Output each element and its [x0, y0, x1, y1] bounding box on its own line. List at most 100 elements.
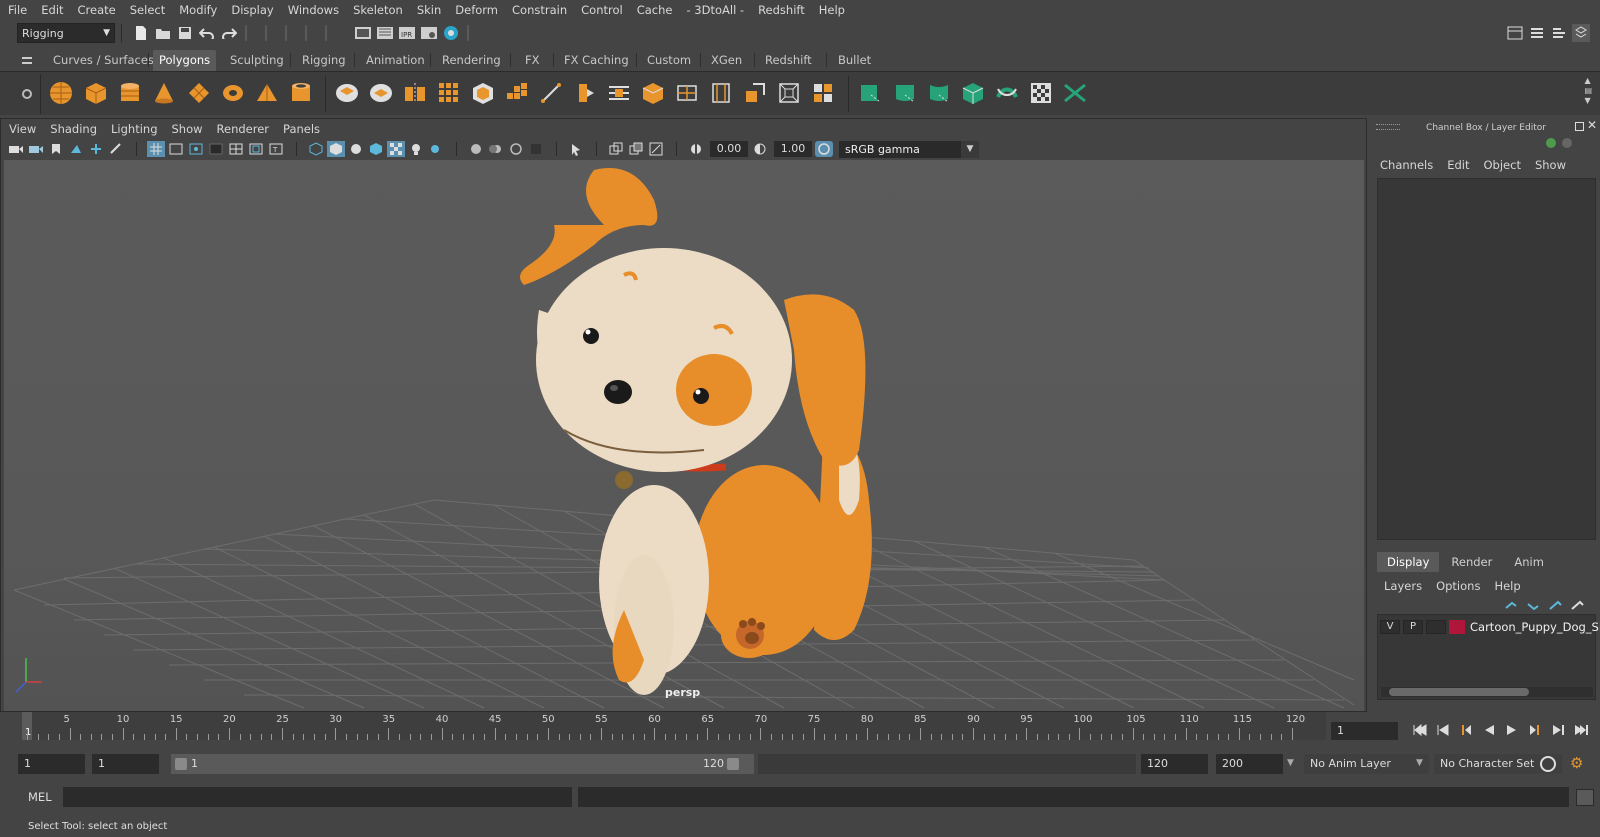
tab-display[interactable]: Display: [1377, 552, 1440, 572]
poly-sphere-icon[interactable]: [48, 80, 74, 106]
range-end-handle[interactable]: [727, 758, 739, 770]
layer-playback-toggle[interactable]: P: [1403, 620, 1423, 634]
shelf-tab-sculpting[interactable]: Sculpting: [224, 50, 290, 71]
film-gate-icon[interactable]: [167, 141, 185, 157]
anim-layer-dropdown[interactable]: No Anim Layer: [1304, 754, 1429, 774]
smooth-icon[interactable]: [436, 80, 462, 106]
shelf-scroll-icon[interactable]: ▲ ▤ ▼: [1584, 76, 1592, 106]
cylindrical-uv-icon[interactable]: [892, 80, 918, 106]
gamma-field[interactable]: 1.00: [774, 141, 812, 157]
viewport-menu-lighting[interactable]: Lighting: [111, 122, 157, 136]
timeline-ruler[interactable]: 1 5 10 15 20 25 30 35 40 45 50 55 60 65 70 75 80 85 90 95 1…: [22, 712, 1326, 740]
menu-redshift[interactable]: Redshift: [758, 3, 805, 17]
poly-plane-icon[interactable]: [186, 80, 212, 106]
uv-editor-icon[interactable]: [810, 80, 836, 106]
collapse-handle[interactable]: [467, 25, 473, 41]
playback-end-field[interactable]: 120: [1141, 754, 1208, 774]
extrude-icon[interactable]: [504, 80, 530, 106]
shelf-menu-icon[interactable]: [22, 57, 32, 64]
scrollbar-thumb[interactable]: [1389, 688, 1529, 696]
range-slider[interactable]: 1 120: [171, 754, 754, 774]
poly-cube-icon[interactable]: [83, 80, 109, 106]
step-forward-key-icon[interactable]: [1523, 721, 1546, 739]
menu-control[interactable]: Control: [581, 3, 623, 17]
collapse-handle[interactable]: [305, 25, 311, 41]
resolution-gate-icon[interactable]: [187, 141, 205, 157]
layer-scrollbar[interactable]: [1381, 687, 1593, 697]
menu-windows[interactable]: Windows: [288, 3, 339, 17]
motion-blur-icon[interactable]: [487, 141, 505, 157]
spherical-uv-icon[interactable]: [926, 80, 952, 106]
tab-render[interactable]: Render: [1441, 552, 1502, 572]
auto-key-icon[interactable]: [1540, 756, 1556, 772]
gamma-icon[interactable]: [751, 141, 769, 157]
automatic-uv-icon[interactable]: [960, 80, 986, 106]
play-forwards-icon[interactable]: [1500, 721, 1523, 739]
step-back-key-icon[interactable]: [1454, 721, 1477, 739]
attribute-editor-icon[interactable]: [1528, 24, 1546, 42]
command-input[interactable]: [63, 787, 572, 807]
xray-joints-icon[interactable]: [647, 141, 665, 157]
workspace-icon[interactable]: [1506, 24, 1524, 42]
depth-of-field-icon[interactable]: [527, 141, 545, 157]
viewport-menu-shading[interactable]: Shading: [50, 122, 97, 136]
use-all-lights-icon[interactable]: [407, 141, 425, 157]
bevel-icon[interactable]: [470, 80, 496, 106]
exposure-field[interactable]: 0.00: [710, 141, 748, 157]
xray-icon[interactable]: [607, 141, 625, 157]
channel-box-options-icon[interactable]: [1546, 138, 1556, 148]
view-transform-dropdown[interactable]: sRGB gamma ▼: [839, 140, 979, 158]
wireframe-on-shaded-icon[interactable]: [367, 141, 385, 157]
edit-menu[interactable]: Edit: [1447, 158, 1469, 172]
script-editor-icon[interactable]: [1576, 789, 1594, 806]
checker-icon[interactable]: [1028, 80, 1054, 106]
menu-select[interactable]: Select: [130, 3, 165, 17]
collapse-handle[interactable]: [325, 25, 331, 41]
bookmark-icon[interactable]: [47, 141, 65, 157]
grid-icon[interactable]: [147, 141, 165, 157]
channels-menu[interactable]: Channels: [1380, 158, 1433, 172]
chevron-down-icon[interactable]: ▼: [1287, 758, 1294, 768]
save-scene-icon[interactable]: [176, 24, 194, 42]
step-forward-frame-icon[interactable]: [1546, 721, 1569, 739]
layer-color-swatch[interactable]: [1449, 620, 1465, 634]
tool-settings-icon[interactable]: [1550, 24, 1568, 42]
menu-cache[interactable]: Cache: [637, 3, 673, 17]
attributes-icon[interactable]: [1562, 138, 1572, 148]
go-to-start-icon[interactable]: [1408, 721, 1431, 739]
menu-constrain[interactable]: Constrain: [512, 3, 567, 17]
menu-deform[interactable]: Deform: [455, 3, 498, 17]
viewport-menu-show[interactable]: Show: [172, 122, 203, 136]
fill-hole-icon[interactable]: [640, 80, 666, 106]
shelf-tab-rigging[interactable]: Rigging: [296, 50, 352, 71]
hypershade-icon[interactable]: [442, 24, 460, 42]
offset-edge-loop-icon[interactable]: [708, 80, 734, 106]
menu-display[interactable]: Display: [231, 3, 273, 17]
shadows-icon[interactable]: [427, 141, 445, 157]
two-d-pan-icon[interactable]: [87, 141, 105, 157]
channel-box-icon[interactable]: [1572, 24, 1590, 42]
options-menu[interactable]: Options: [1436, 579, 1480, 593]
show-menu[interactable]: Show: [1535, 158, 1566, 172]
separate-icon[interactable]: [368, 80, 394, 106]
bridge-icon[interactable]: [606, 80, 632, 106]
tab-anim[interactable]: Anim: [1504, 552, 1554, 572]
playback-start-field[interactable]: 1: [92, 754, 159, 774]
object-menu[interactable]: Object: [1484, 158, 1521, 172]
target-weld-icon[interactable]: [572, 80, 598, 106]
range-start-handle[interactable]: [175, 758, 187, 770]
exposure-icon[interactable]: [687, 141, 705, 157]
animation-preferences-icon[interactable]: ⚙: [1570, 754, 1583, 772]
gear-icon[interactable]: [22, 89, 32, 99]
insert-edge-loop-icon[interactable]: [674, 80, 700, 106]
poly-pyramid-icon[interactable]: [254, 80, 280, 106]
menu-3dtoall[interactable]: - 3DtoAll -: [686, 3, 744, 17]
3d-viewport[interactable]: persp: [4, 160, 1364, 711]
menu-edit[interactable]: Edit: [41, 3, 63, 17]
poly-torus-icon[interactable]: [220, 80, 246, 106]
step-back-frame-icon[interactable]: [1431, 721, 1454, 739]
shelf-tab-polygons[interactable]: Polygons: [153, 50, 217, 71]
color-management-icon[interactable]: [815, 141, 833, 157]
layers-menu[interactable]: Layers: [1384, 579, 1422, 593]
render-settings-icon[interactable]: [420, 24, 438, 42]
